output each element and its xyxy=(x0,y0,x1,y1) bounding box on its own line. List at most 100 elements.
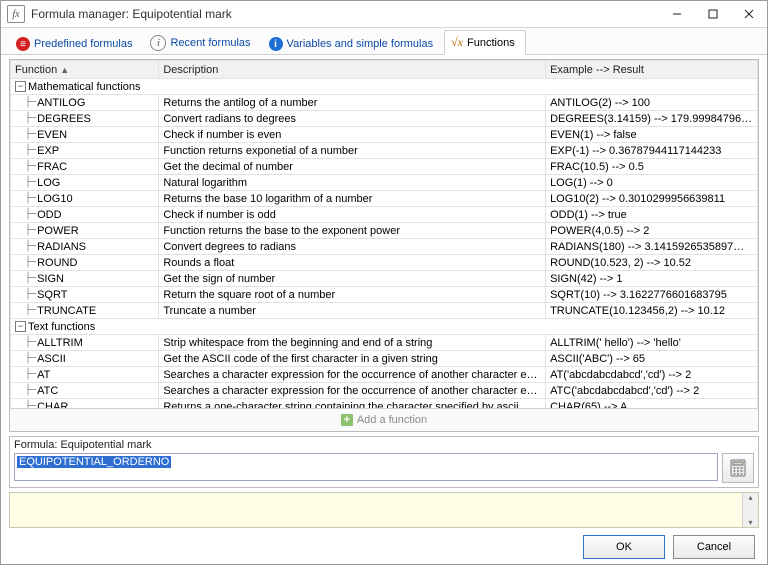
formula-input[interactable]: EQUIPOTENTIAL_ORDERNO xyxy=(14,453,718,481)
formula-section: Formula: Equipotential mark EQUIPOTENTIA… xyxy=(9,436,759,488)
cancel-label: Cancel xyxy=(697,541,731,553)
fn-desc: Returns a one-character string containin… xyxy=(159,399,546,409)
cancel-button[interactable]: Cancel xyxy=(673,535,755,559)
collapse-icon[interactable]: − xyxy=(15,81,26,92)
table-row[interactable]: ├─ EXPFunction returns exponetial of a n… xyxy=(11,143,758,159)
fn-name: LOG xyxy=(37,177,60,189)
window-controls xyxy=(659,1,767,27)
tree-branch-icon: ├─ xyxy=(15,337,35,348)
formula-value: EQUIPOTENTIAL_ORDERNO xyxy=(17,456,171,468)
tree-branch-icon: ├─ xyxy=(15,129,35,140)
fn-example: CHAR(65) --> A xyxy=(546,399,758,409)
formula-caption: Formula: Equipotential mark xyxy=(10,437,758,453)
category-row[interactable]: − Text functions xyxy=(11,319,758,335)
minimize-button[interactable] xyxy=(659,1,695,27)
add-function-label: Add a function xyxy=(357,414,427,426)
col-function[interactable]: Function▲ xyxy=(11,61,159,79)
fn-desc: Check if number is even xyxy=(159,127,546,143)
tree-branch-icon: ├─ xyxy=(15,257,35,268)
collapse-icon[interactable]: − xyxy=(15,321,26,332)
fn-example: ANTILOG(2) --> 100 xyxy=(546,95,758,111)
scroll-up-icon[interactable]: ▴ xyxy=(748,493,752,502)
fn-example: ROUND(10.523, 2) --> 10.52 xyxy=(546,255,758,271)
col-function-label: Function xyxy=(15,64,57,76)
table-row[interactable]: ├─ ATSearches a character expression for… xyxy=(11,367,758,383)
preview-area[interactable]: ▴▾ xyxy=(9,492,759,528)
table-row[interactable]: ├─ FRACGet the decimal of numberFRAC(10.… xyxy=(11,159,758,175)
fn-name: AT xyxy=(37,369,50,381)
fn-name: RADIANS xyxy=(37,241,86,253)
table-row[interactable]: ├─ LOGNatural logarithmLOG(1) --> 0 xyxy=(11,175,758,191)
tab-label: Functions xyxy=(467,37,515,49)
fn-name: ASCII xyxy=(37,353,66,365)
maximize-button[interactable] xyxy=(695,1,731,27)
fx-icon: fx xyxy=(7,5,25,23)
fn-name: DEGREES xyxy=(37,113,91,125)
fn-example: EXP(-1) --> 0.36787944117144233 xyxy=(546,143,758,159)
fn-example: ASCII('ABC') --> 65 xyxy=(546,351,758,367)
col-example[interactable]: Example --> Result xyxy=(546,61,758,79)
table-row[interactable]: ├─ ASCII Get the ASCII code of the first … xyxy=(11,351,758,367)
fn-example: RADIANS(180) --> 3.1415926535897… xyxy=(546,239,758,255)
fn-desc: Return the square root of a number xyxy=(159,287,546,303)
scroll-down-icon[interactable]: ▾ xyxy=(748,518,752,527)
fn-desc: Returns the antilog of a number xyxy=(159,95,546,111)
add-function-bar[interactable]: + Add a function xyxy=(10,408,758,431)
tree-branch-icon: ├─ xyxy=(15,273,35,284)
category-label: Text functions xyxy=(28,321,95,333)
table-row[interactable]: ├─ ROUNDRounds a floatROUND(10.523, 2) -… xyxy=(11,255,758,271)
table-row[interactable]: ├─ POWERFunction returns the base to the… xyxy=(11,223,758,239)
tab-predefined[interactable]: ≡Predefined formulas xyxy=(9,32,143,55)
table-row[interactable]: ├─ CHARReturns a one-character string co… xyxy=(11,399,758,409)
close-button[interactable] xyxy=(731,1,767,27)
table-row[interactable]: ├─ TRUNCATETruncate a numberTRUNCATE(10.… xyxy=(11,303,758,319)
fn-desc: Searches a character expression for the … xyxy=(159,367,546,383)
col-description[interactable]: Description xyxy=(159,61,546,79)
category-row[interactable]: − Mathematical functions xyxy=(11,79,758,95)
tree-branch-icon: ├─ xyxy=(15,353,35,364)
fn-desc: Convert radians to degrees xyxy=(159,111,546,127)
titlebar: fx Formula manager: Equipotential mark xyxy=(1,1,767,28)
fn-example: LOG10(2) --> 0.3010299956639811 xyxy=(546,191,758,207)
fn-example: ALLTRIM(' hello') --> 'hello' xyxy=(546,335,758,351)
table-row[interactable]: ├─ ODDCheck if number is oddODD(1) --> t… xyxy=(11,207,758,223)
table-row[interactable]: ├─ ANTILOGReturns the antilog of a numbe… xyxy=(11,95,758,111)
fn-example: FRAC(10.5) --> 0.5 xyxy=(546,159,758,175)
tab-recent[interactable]: iRecent formulas xyxy=(143,30,261,55)
fn-desc: Get the sign of number xyxy=(159,271,546,287)
category-label: Mathematical functions xyxy=(28,81,141,93)
ok-button[interactable]: OK xyxy=(583,535,665,559)
tab-variables[interactable]: iVariables and simple formulas xyxy=(262,32,445,55)
table-row[interactable]: ├─ ATCSearches a character expression fo… xyxy=(11,383,758,399)
tree-branch-icon: ├─ xyxy=(15,289,35,300)
tab-functions[interactable]: √x Functions xyxy=(444,30,526,55)
table-row[interactable]: ├─ DEGREESConvert radians to degreesDEGR… xyxy=(11,111,758,127)
sqrt-icon: √x xyxy=(451,35,463,50)
tab-bar: ≡Predefined formulas iRecent formulas iV… xyxy=(1,28,767,55)
fn-desc: Truncate a number xyxy=(159,303,546,319)
function-grid[interactable]: Function▲ Description Example --> Result… xyxy=(10,60,758,408)
table-header-row: Function▲ Description Example --> Result xyxy=(11,61,758,79)
table-row[interactable]: ├─ LOG10Returns the base 10 logarithm of… xyxy=(11,191,758,207)
table-row[interactable]: ├─ SQRTReturn the square root of a numbe… xyxy=(11,287,758,303)
function-table: Function▲ Description Example --> Result… xyxy=(10,60,758,408)
tab-label: Variables and simple formulas xyxy=(287,38,434,50)
fn-desc: Function returns the base to the exponen… xyxy=(159,223,546,239)
fn-name: ATC xyxy=(37,385,58,397)
table-row[interactable]: ├─ RADIANSConvert degrees to radiansRADI… xyxy=(11,239,758,255)
preview-scrollbar[interactable]: ▴▾ xyxy=(742,493,758,527)
col-example-label: Example --> Result xyxy=(550,64,644,76)
fn-name: FRAC xyxy=(37,161,67,173)
table-row[interactable]: ├─ EVENCheck if number is evenEVEN(1) --… xyxy=(11,127,758,143)
fn-desc: Get the ASCII code of the first characte… xyxy=(159,351,546,367)
table-row[interactable]: ├─ ALLTRIMStrip whitespace from the begi… xyxy=(11,335,758,351)
calculator-button[interactable] xyxy=(722,453,754,483)
fn-example: SQRT(10) --> 3.1622776601683795 xyxy=(546,287,758,303)
table-row[interactable]: ├─ SIGNGet the sign of numberSIGN(42) --… xyxy=(11,271,758,287)
tree-branch-icon: ├─ xyxy=(15,401,35,408)
tree-branch-icon: ├─ xyxy=(15,177,35,188)
fn-example: AT('abcdabcdabcd','cd') --> 2 xyxy=(546,367,758,383)
tree-branch-icon: ├─ xyxy=(15,113,35,124)
tab-label: Predefined formulas xyxy=(34,38,132,50)
tree-branch-icon: ├─ xyxy=(15,385,35,396)
